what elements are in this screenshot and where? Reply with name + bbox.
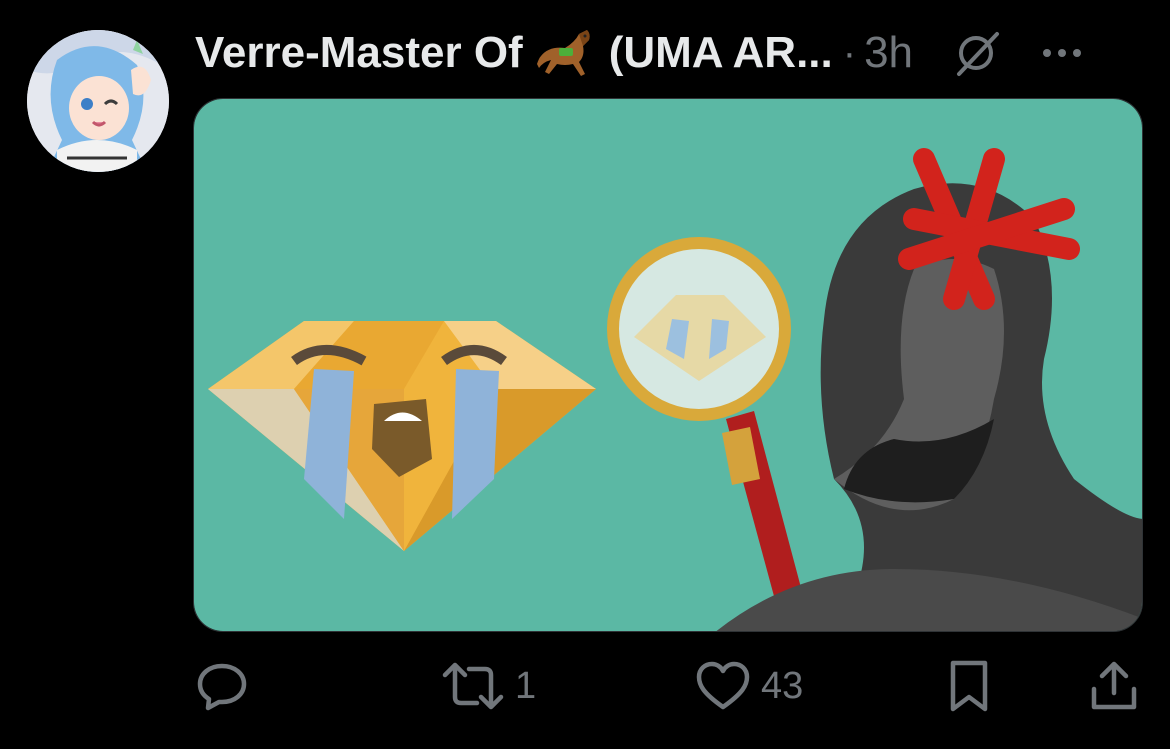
post-actions: 1 43 [193, 656, 1153, 716]
like-button[interactable]: 43 [695, 656, 803, 716]
grok-icon[interactable] [951, 28, 1001, 78]
bookmark-button[interactable] [945, 656, 993, 716]
repost-icon [442, 662, 504, 710]
racehorse-icon [535, 26, 597, 80]
separator-dot: · [842, 30, 857, 75]
reply-button[interactable] [195, 656, 259, 716]
repost-button[interactable]: 1 [441, 656, 536, 716]
post-header: Verre-Master Of (UMA AR... · 3h [195, 20, 1150, 86]
post-time[interactable]: 3h [864, 28, 913, 78]
post-media[interactable] [193, 98, 1143, 632]
author-name: Verre-Master Of [195, 28, 523, 77]
repost-count: 1 [515, 664, 537, 707]
heart-icon [696, 661, 750, 710]
media-image [194, 99, 1142, 631]
share-icon [1091, 661, 1137, 710]
share-button[interactable] [1088, 656, 1140, 716]
more-icon[interactable] [1043, 43, 1087, 63]
like-count: 43 [761, 664, 804, 707]
post-card[interactable]: Verre-Master Of (UMA AR... · 3h 1 43 [0, 0, 1170, 749]
avatar[interactable] [27, 30, 169, 172]
avatar-image [27, 30, 169, 172]
reply-icon [197, 663, 247, 711]
bookmark-icon [950, 660, 988, 712]
author-link[interactable]: Verre-Master Of (UMA AR... [195, 26, 833, 80]
author-name-suffix: (UMA AR... [608, 28, 833, 77]
